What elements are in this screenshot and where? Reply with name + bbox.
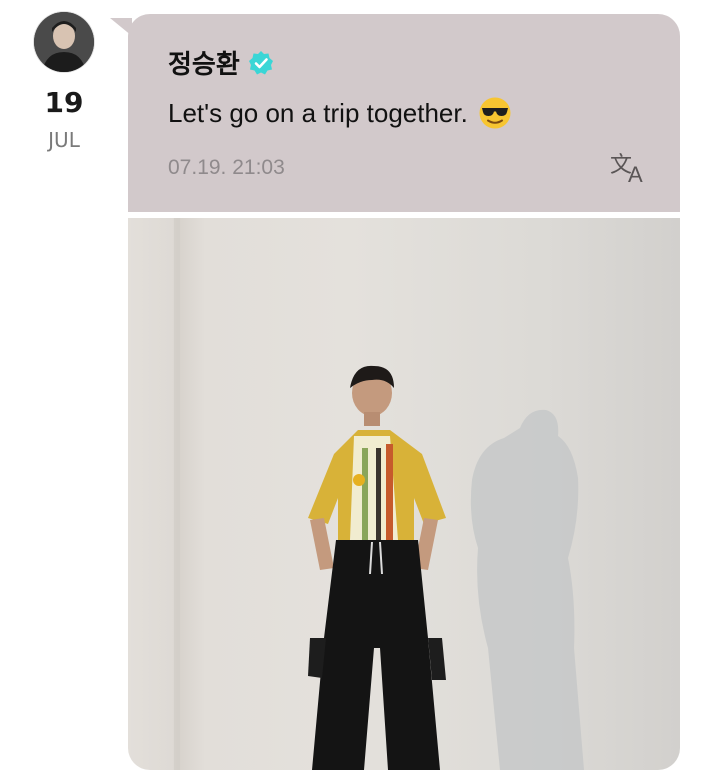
svg-text:A: A bbox=[628, 162, 643, 186]
photo-illustration bbox=[174, 218, 584, 770]
post-date-month: JUL bbox=[48, 128, 80, 152]
post-timestamp: 07.19. 21:03 bbox=[168, 156, 285, 179]
avatar-image bbox=[34, 12, 94, 72]
avatar[interactable] bbox=[34, 12, 94, 72]
author-row: 정승환 bbox=[168, 44, 274, 81]
smiling-face-with-sunglasses-icon bbox=[478, 96, 512, 130]
message-text: Let's go on a trip together. bbox=[168, 97, 468, 128]
message-text-row: Let's go on a trip together. bbox=[168, 96, 512, 130]
post-date-day: 19 bbox=[44, 86, 84, 119]
post-screen: 19 JUL 정승환 Let's go on a trip together. … bbox=[0, 0, 720, 784]
verified-badge-icon bbox=[248, 50, 274, 76]
author-name[interactable]: 정승환 bbox=[168, 44, 240, 81]
translate-icon[interactable]: 文 A bbox=[608, 150, 652, 187]
post-photo[interactable] bbox=[128, 218, 680, 770]
